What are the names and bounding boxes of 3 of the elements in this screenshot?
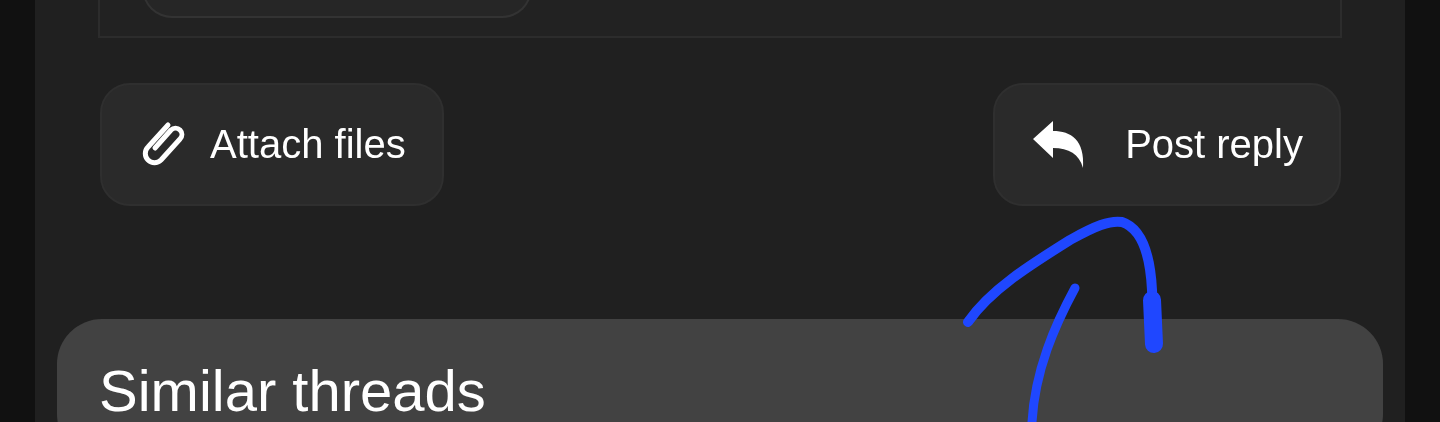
post-reply-button[interactable]: Post reply (993, 83, 1341, 206)
section-title: Similar threads (99, 357, 487, 422)
attach-files-button[interactable]: Attach files (100, 83, 444, 206)
